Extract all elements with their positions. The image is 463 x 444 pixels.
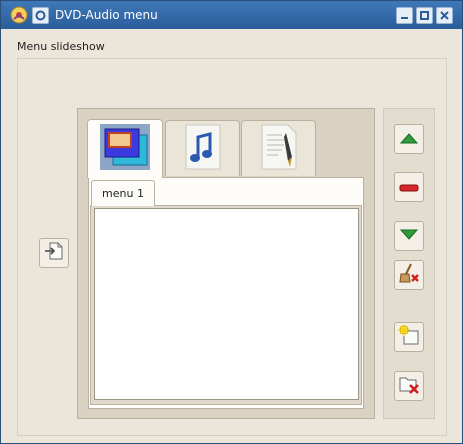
delete-folder-icon [398, 373, 420, 399]
maximize-icon[interactable] [416, 7, 433, 24]
arrow-up-icon [399, 130, 419, 149]
arrow-down-icon [399, 227, 419, 246]
title-bar[interactable]: DVD-Audio menu [1, 1, 462, 29]
move-down-button[interactable] [394, 221, 424, 251]
window-menu-icon[interactable] [32, 7, 49, 24]
menu-slide-list[interactable] [94, 208, 359, 400]
slideshow-image-icon [99, 123, 151, 175]
clear-broom-icon [398, 262, 420, 288]
delete-menu-button[interactable] [394, 371, 424, 401]
window-title: DVD-Audio menu [55, 8, 158, 22]
minimize-icon[interactable] [396, 7, 413, 24]
new-menu-button[interactable] [394, 322, 424, 352]
remove-icon [399, 178, 419, 197]
close-icon[interactable] [436, 7, 453, 24]
text-document-icon [256, 123, 302, 175]
dvd-audio-menu-window: DVD-Audio menu Menu slideshow menu 1 [0, 0, 463, 444]
add-document-icon [43, 240, 65, 266]
tab-audio[interactable] [165, 120, 240, 176]
add-document-button[interactable] [39, 238, 69, 268]
menu-slideshow-label: Menu slideshow [17, 40, 105, 53]
remove-button[interactable] [394, 172, 424, 202]
tab-text[interactable] [241, 120, 316, 176]
move-up-button[interactable] [394, 124, 424, 154]
clear-button[interactable] [394, 260, 424, 290]
dvd-audio-app-icon[interactable] [10, 6, 28, 24]
audio-file-icon [180, 123, 226, 175]
new-item-icon [398, 324, 420, 350]
tab-slideshow[interactable] [87, 119, 163, 178]
tab-menu-1[interactable]: menu 1 [91, 180, 155, 206]
